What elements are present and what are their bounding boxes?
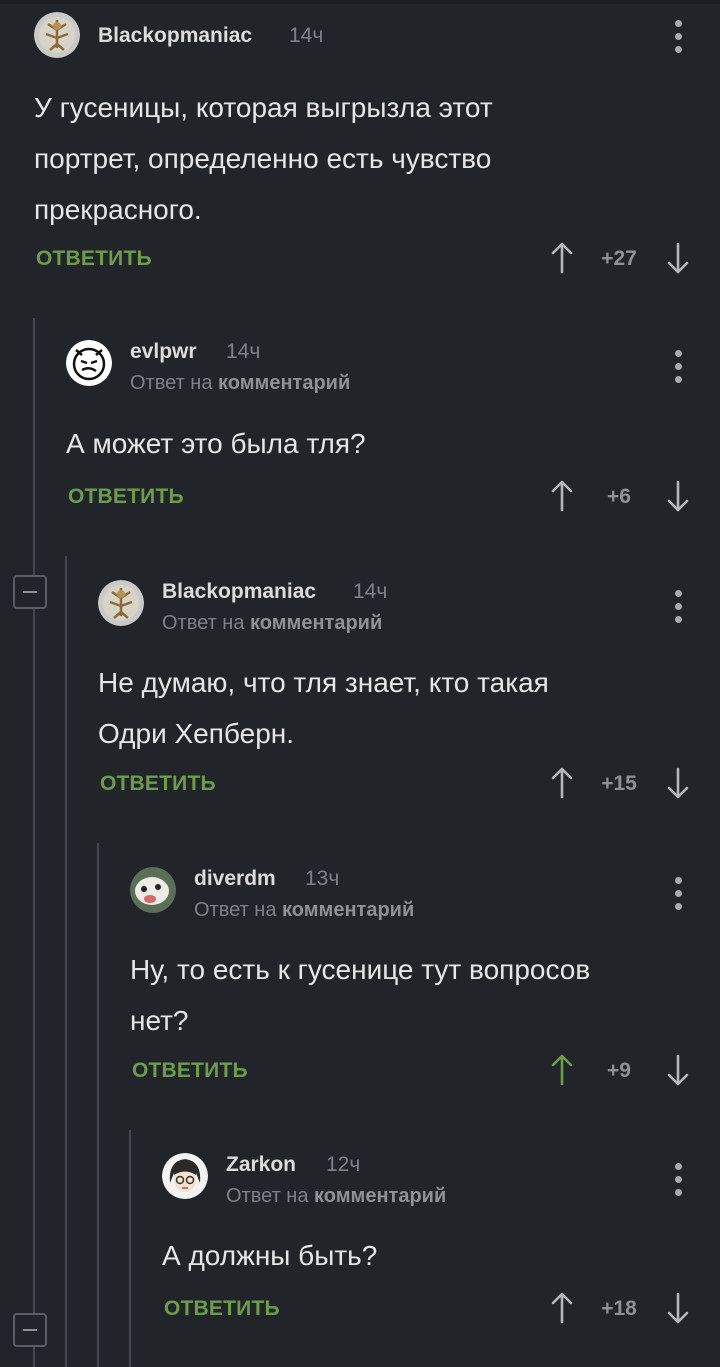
arrow-down-icon[interactable]	[666, 767, 690, 799]
comment-time: 13ч	[305, 867, 340, 890]
comment-text-line: портрет, определенно есть чувство	[34, 143, 492, 174]
comment-text-line: нет?	[130, 1005, 189, 1036]
arrow-up-icon[interactable]	[550, 1292, 574, 1324]
comment-text-line: Одри Хепберн.	[98, 718, 295, 749]
arrow-up-icon[interactable]	[550, 1054, 574, 1086]
reply-to-prefix: Ответ на	[130, 372, 213, 394]
comment: evlpwr 14ч Ответ на комментарий А может …	[66, 340, 694, 530]
reply-button[interactable]: ОТВЕТИТЬ	[100, 772, 216, 796]
comment-time: 14ч	[289, 24, 324, 47]
thread-line	[33, 318, 35, 1367]
reply-to-label: Ответ на комментарий	[194, 899, 414, 922]
thread-line	[97, 843, 99, 1367]
comment-author[interactable]: evlpwr	[130, 340, 197, 364]
arrow-up-icon[interactable]	[550, 480, 574, 512]
collapse-thread-button[interactable]	[13, 1313, 47, 1347]
reply-button[interactable]: ОТВЕТИТЬ	[132, 1059, 248, 1083]
comment-time: 14ч	[226, 340, 261, 363]
more-vertical-icon[interactable]	[674, 877, 682, 911]
comment-score: +18	[601, 1297, 637, 1320]
reply-to-prefix: Ответ на	[194, 899, 277, 921]
comment-text: А должны быть?	[162, 1230, 682, 1281]
comment-author[interactable]: Blackopmaniac	[162, 580, 316, 604]
avatar[interactable]	[34, 12, 80, 58]
arrow-down-icon[interactable]	[666, 1054, 690, 1086]
comment-author[interactable]: Zarkon	[226, 1153, 296, 1177]
reply-to-label: Ответ на комментарий	[130, 372, 350, 395]
more-vertical-icon[interactable]	[674, 20, 682, 54]
avatar[interactable]	[66, 340, 112, 386]
reply-button[interactable]: ОТВЕТИТЬ	[164, 1297, 280, 1321]
reply-button[interactable]: ОТВЕТИТЬ	[36, 247, 152, 271]
comment-author[interactable]: diverdm	[194, 867, 276, 891]
avatar[interactable]	[130, 867, 176, 913]
reply-to-link[interactable]: комментарий	[250, 612, 382, 634]
arrow-up-icon[interactable]	[550, 767, 574, 799]
comment-author[interactable]: Blackopmaniac	[98, 24, 252, 48]
comment-text-line: прекрасного.	[34, 194, 202, 225]
arrow-down-icon[interactable]	[666, 1292, 690, 1324]
more-vertical-icon[interactable]	[674, 590, 682, 624]
more-vertical-icon[interactable]	[674, 350, 682, 384]
arrow-down-icon[interactable]	[666, 480, 690, 512]
comment-text-line: У гусеницы, которая выгрызла этот	[34, 92, 493, 123]
comment-score: +27	[601, 247, 637, 270]
reply-to-link[interactable]: комментарий	[218, 372, 350, 394]
thread-line	[129, 1130, 131, 1367]
thread-line	[65, 556, 67, 1367]
reply-to-prefix: Ответ на	[226, 1185, 309, 1207]
arrow-down-icon[interactable]	[666, 242, 690, 274]
reply-to-label: Ответ на комментарий	[162, 612, 382, 635]
comment-score: +6	[607, 485, 631, 508]
arrow-up-icon[interactable]	[550, 242, 574, 274]
comment-text: А может это была тля?	[66, 418, 676, 469]
top-strip	[0, 0, 720, 4]
comment-text: Не думаю, что тля знает, кто такая Одри …	[98, 657, 678, 759]
more-vertical-icon[interactable]	[674, 1163, 682, 1197]
reply-button[interactable]: ОТВЕТИТЬ	[68, 485, 184, 509]
comment-text-line: Не думаю, что тля знает, кто такая	[98, 667, 549, 698]
collapse-thread-button[interactable]	[13, 575, 47, 609]
comment-text-line: Ну, то есть к гусенице тут вопросов	[130, 954, 591, 985]
comment-text: Ну, то есть к гусенице тут вопросов нет?	[130, 944, 680, 1046]
avatar[interactable]	[98, 580, 144, 626]
reply-to-label: Ответ на комментарий	[226, 1185, 446, 1208]
comment: Blackopmaniac 14ч У гусеницы, которая вы…	[34, 12, 694, 292]
comment-score: +9	[607, 1059, 631, 1082]
comment-text: У гусеницы, которая выгрызла этот портре…	[34, 82, 674, 235]
comment-time: 14ч	[353, 580, 388, 603]
comment-time: 12ч	[326, 1153, 361, 1176]
comment: Zarkon 12ч Ответ на комментарий А должны…	[162, 1153, 694, 1353]
reply-to-link[interactable]: комментарий	[314, 1185, 446, 1207]
comment-score: +15	[601, 772, 637, 795]
reply-to-link[interactable]: комментарий	[282, 899, 414, 921]
reply-to-prefix: Ответ на	[162, 612, 245, 634]
comment: Blackopmaniac 14ч Ответ на комментарий Н…	[98, 580, 694, 820]
avatar[interactable]	[162, 1153, 208, 1199]
comment: diverdm 13ч Ответ на комментарий Ну, то …	[130, 867, 694, 1107]
comment-text-line: А должны быть?	[162, 1240, 378, 1271]
comment-text-line: А может это была тля?	[66, 428, 366, 459]
